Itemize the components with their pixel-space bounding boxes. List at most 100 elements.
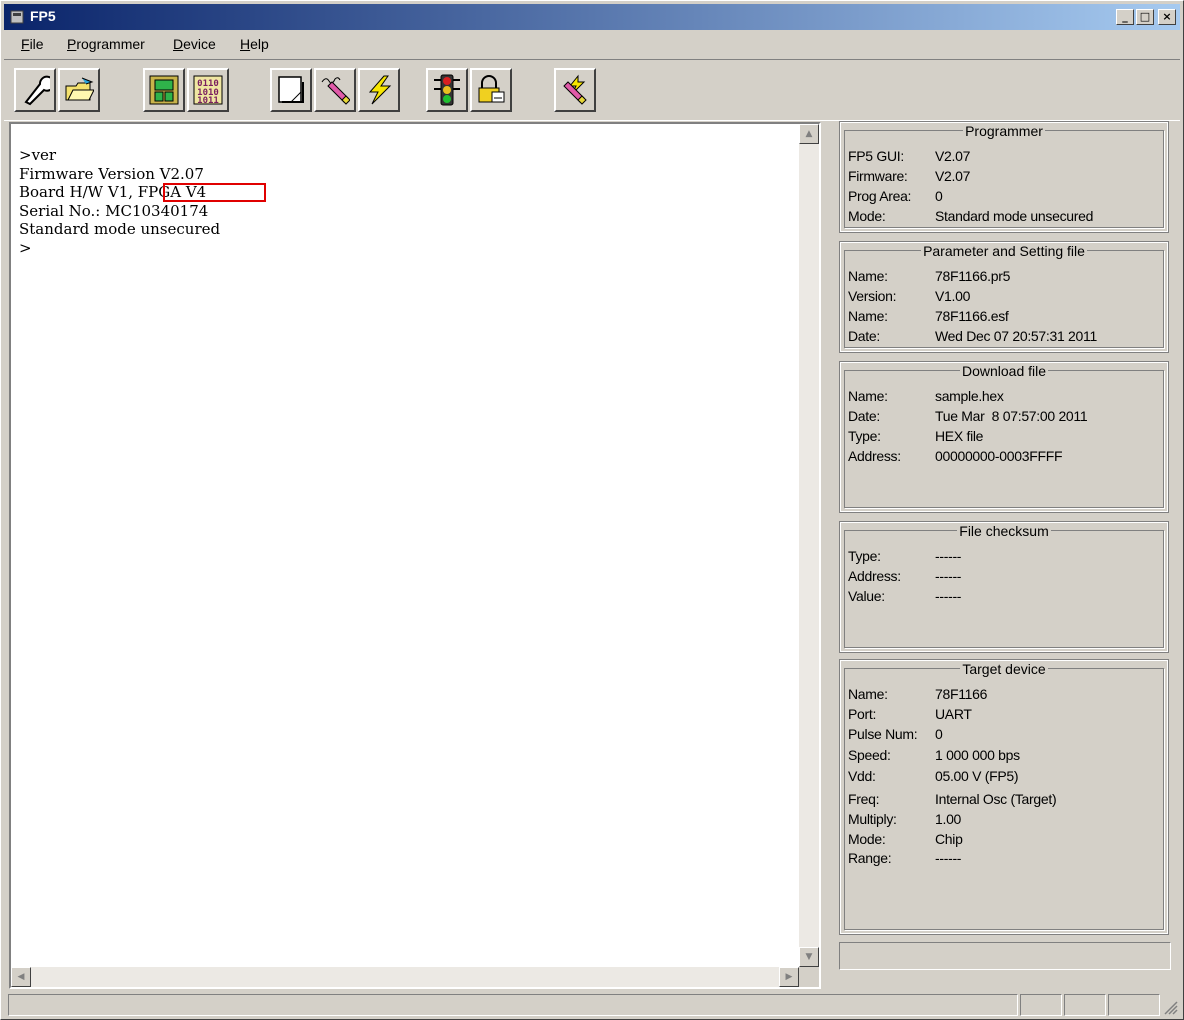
console-line: Standard mode unsecured — [19, 220, 221, 238]
program-button[interactable] — [358, 68, 400, 112]
info-key: Speed: — [848, 747, 891, 763]
info-value: 0 — [935, 726, 943, 742]
erase-pen-icon — [321, 77, 350, 105]
info-value: Chip — [935, 831, 963, 847]
vertical-scrollbar[interactable]: ▲ ▼ — [799, 124, 819, 967]
info-value: 78F1166.pr5 — [935, 268, 1011, 284]
close-button[interactable]: × — [1158, 9, 1176, 25]
programmer-group: Programmer FP5 GUI: V2.07 Firmware: V2.07 … — [839, 121, 1169, 233]
blank-page-icon — [278, 76, 304, 103]
device-chip-icon — [149, 75, 179, 105]
target-device-group: Target device Name: 78F1166 Port: UART Pul… — [839, 659, 1169, 935]
info-value: V2.07 — [935, 168, 971, 184]
info-value: UART — [935, 706, 972, 722]
info-value: ------ — [935, 548, 962, 564]
resize-grip-icon[interactable] — [1162, 999, 1178, 1015]
info-key: Value: — [848, 588, 885, 604]
verify-button[interactable] — [426, 68, 468, 112]
window-title: FP5 — [30, 8, 56, 24]
info-key: Address: — [848, 448, 901, 464]
open-button[interactable] — [58, 68, 100, 112]
info-value: Wed Dec 07 20:57:31 2011 — [935, 328, 1097, 344]
title-bar[interactable]: FP5 _ □ × — [4, 4, 1180, 30]
info-value: sample.hex — [935, 388, 1004, 404]
scroll-down-button[interactable]: ▼ — [799, 947, 819, 967]
minimize-button[interactable]: _ — [1116, 9, 1134, 25]
blank-check-button[interactable] — [270, 68, 312, 112]
info-key: Multiply: — [848, 811, 897, 827]
horizontal-scrollbar[interactable]: ◀ ▶ — [11, 967, 799, 987]
security-button[interactable] — [470, 68, 512, 112]
info-key: Address: — [848, 568, 901, 584]
binary-data-button[interactable]: 0110 1010 1011 — [187, 68, 229, 112]
download-group: Download file Name: sample.hex Date: Tue M… — [839, 361, 1169, 513]
parameter-group: Parameter and Setting file Name: 78F1166.… — [839, 241, 1169, 353]
maximize-button[interactable]: □ — [1136, 9, 1154, 25]
info-key: Port: — [848, 706, 877, 722]
svg-text:1011: 1011 — [197, 96, 219, 106]
scroll-right-button[interactable]: ▶ — [779, 967, 799, 987]
info-key: Type: — [848, 548, 881, 564]
info-value: 1 000 000 bps — [935, 747, 1020, 763]
checksum-group: File checksum Type: ------ Address: ------… — [839, 521, 1169, 653]
console-line: Firmware Version V2.07 — [19, 164, 204, 183]
info-key: Pulse Num: — [848, 726, 918, 742]
setup-button[interactable] — [14, 68, 56, 112]
info-key: Name: — [848, 686, 888, 702]
info-value: ------ — [935, 568, 962, 584]
scroll-up-button[interactable]: ▲ — [799, 124, 819, 144]
scroll-corner — [799, 967, 819, 987]
info-value: HEX file — [935, 428, 984, 444]
info-value: V1.00 — [935, 288, 971, 304]
erase-button[interactable] — [314, 68, 356, 112]
info-key: Name: — [848, 308, 888, 324]
info-key: Freq: — [848, 791, 880, 807]
info-key: Range: — [848, 850, 892, 866]
security-lock-icon — [478, 75, 505, 103]
console-line: >ver — [19, 146, 57, 164]
menu-help[interactable]: Help — [240, 36, 269, 52]
fpga-version-highlight — [163, 183, 266, 202]
progress-panel — [839, 942, 1171, 970]
autoprocedure-button[interactable] — [554, 68, 596, 112]
info-key: Name: — [848, 268, 888, 284]
info-value: 05.00 V (FP5) — [935, 768, 1019, 784]
binary-data-icon: 011010101011 — [193, 75, 223, 106]
info-key: Mode: — [848, 831, 886, 847]
download-group-title: Download file — [959, 363, 1049, 379]
info-value: 00000000-0003FFFF — [935, 448, 1063, 464]
info-key: Type: — [848, 428, 881, 444]
info-key: Name: — [848, 388, 888, 404]
info-key: FP5 GUI: — [848, 148, 904, 164]
menu-file[interactable]: File — [21, 36, 44, 52]
parameter-group-title: Parameter and Setting file — [921, 243, 1087, 259]
status-bar — [4, 991, 1180, 1017]
info-key: Mode: — [848, 208, 886, 224]
autoprocedure-pen-icon — [563, 74, 587, 105]
info-key: Vdd: — [848, 768, 876, 784]
info-key: Version: — [848, 288, 897, 304]
info-value: ------ — [935, 850, 962, 866]
status-pane — [1108, 994, 1160, 1016]
info-key: Firmware: — [848, 168, 908, 184]
open-folder-icon — [65, 77, 94, 101]
status-pane-main — [8, 994, 1018, 1016]
info-value: 78F1166.esf — [935, 308, 1009, 324]
info-value: 78F1166 — [935, 686, 988, 702]
menu-device[interactable]: Device — [173, 36, 216, 52]
setup-tool-icon — [24, 75, 50, 106]
menu-programmer[interactable]: Programmer — [67, 36, 145, 52]
fp5-window: FP5 _ □ × File Programmer Device Help 01… — [0, 0, 1184, 1020]
checksum-group-title: File checksum — [957, 523, 1051, 539]
scroll-left-button[interactable]: ◀ — [11, 967, 31, 987]
console-line: > — [19, 238, 32, 257]
target-group-title: Target device — [960, 661, 1048, 677]
console-output[interactable]: >ver Firmware Version V2.07 Board H/W V1, … — [9, 122, 821, 989]
status-pane — [1064, 994, 1106, 1016]
info-key: Date: — [848, 408, 880, 424]
menu-bar: File Programmer Device Help — [4, 32, 1180, 56]
info-value: Standard mode unsecured — [935, 208, 1094, 224]
info-value: Internal Osc (Target) — [935, 791, 1057, 807]
app-icon — [10, 10, 24, 24]
device-setup-button[interactable] — [143, 68, 185, 112]
